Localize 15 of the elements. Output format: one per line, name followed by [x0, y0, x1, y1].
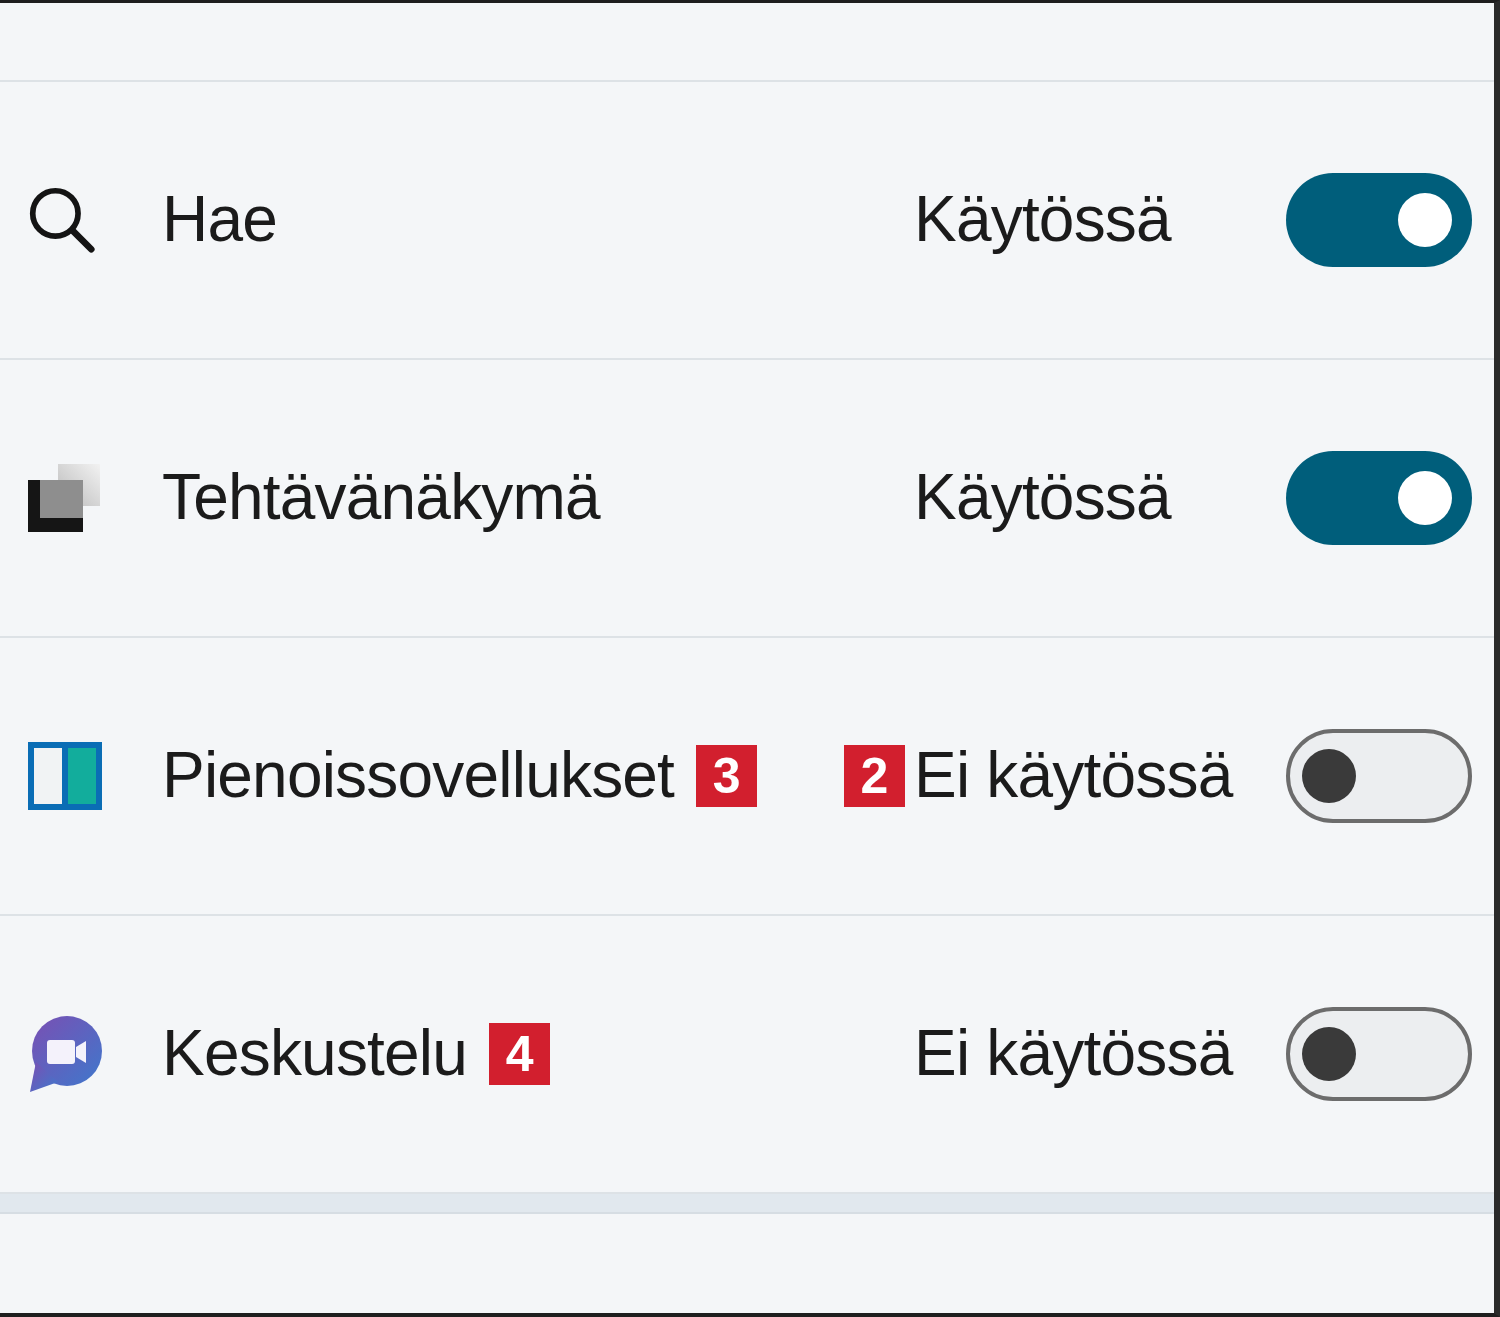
status-text: Käytössä	[914, 461, 1171, 535]
video-chat-icon	[28, 1016, 102, 1092]
status-text: Käytössä	[914, 183, 1171, 257]
setting-label: Hae	[162, 183, 277, 257]
number-badge: 4	[489, 1023, 551, 1085]
status-text: Ei käytössä	[914, 1017, 1233, 1091]
two-panel-icon	[28, 742, 102, 810]
setting-label: Tehtävänäkymä	[162, 461, 600, 535]
setting-label: Keskustelu	[162, 1017, 468, 1091]
status-text: Ei käytössä	[914, 739, 1233, 813]
setting-label: Pienoissovellukset	[162, 739, 675, 813]
search-icon	[28, 186, 96, 254]
number-badge: 2	[844, 745, 905, 807]
number-badge: 3	[696, 745, 758, 807]
stacked-squares-icon	[28, 464, 100, 532]
